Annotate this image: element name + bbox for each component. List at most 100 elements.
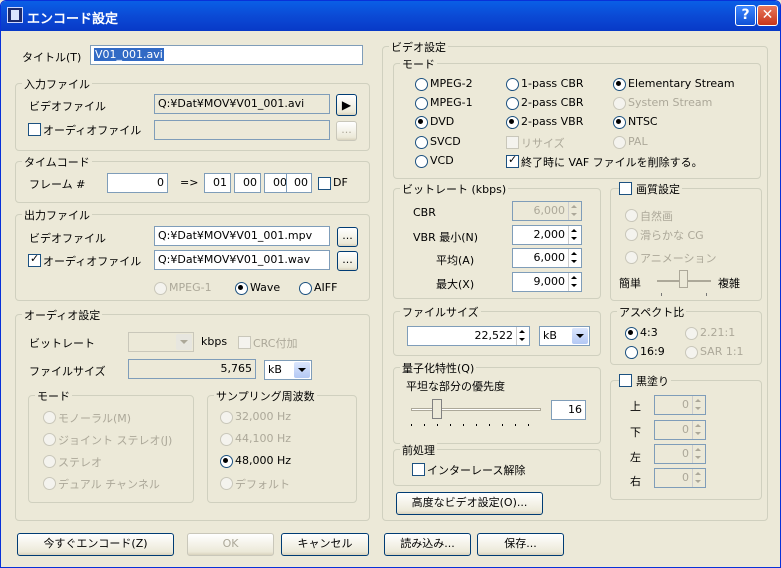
input-audio-browse-button[interactable]: ... (336, 121, 357, 141)
quant-slider-track[interactable] (411, 408, 541, 411)
mode-dual-channel-radio[interactable]: デュアル チャンネル (43, 476, 160, 492)
quality-animation-radio[interactable]: アニメーション (625, 250, 717, 266)
help-button[interactable]: ? (735, 5, 756, 26)
ok-button[interactable]: OK (187, 533, 274, 556)
blackout-bottom-input[interactable]: 0 (654, 420, 706, 440)
play-button[interactable]: ▶ (336, 94, 357, 116)
resize-checkbox[interactable]: リサイズ (506, 135, 565, 151)
format-vcd-radio[interactable]: VCD (415, 154, 454, 168)
advanced-video-settings-button[interactable]: 高度なビデオ設定(O)... (396, 492, 543, 515)
video-format-mpeg1-radio[interactable]: MPEG-1 (415, 96, 473, 110)
title-bar[interactable]: エンコード設定 ? ✕ (1, 1, 780, 31)
preprocess-group: 前処理 インターレース解除 (393, 442, 601, 486)
blackout-right-spinner[interactable] (692, 469, 704, 487)
vbr-min-input[interactable]: 2,000 (512, 225, 582, 245)
avg-label: 平均(A) (436, 254, 475, 267)
cancel-button[interactable]: キャンセル (281, 533, 369, 556)
vbr-min-spinner[interactable] (568, 226, 580, 244)
mode-stereo-radio[interactable]: ステレオ (43, 454, 102, 470)
video-filesize-input[interactable]: 22,522 (407, 326, 530, 346)
format-mpeg1-radio[interactable]: MPEG-1 (154, 281, 212, 295)
quality-slider-thumb[interactable] (679, 270, 688, 288)
blackout-right-label: 右 (630, 475, 641, 488)
pass-1-cbr-radio[interactable]: 1-pass CBR (506, 77, 584, 91)
video-filesize-unit: kB (543, 329, 557, 342)
mode-joint-stereo-radio[interactable]: ジョイント ステレオ(J) (43, 432, 172, 448)
blackout-top-spinner[interactable] (692, 396, 704, 414)
video-filesize-unit-dropdown[interactable]: kB (539, 326, 590, 346)
blackout-left-spinner[interactable] (692, 445, 704, 463)
input-files-legend: 入力ファイル (22, 76, 92, 92)
title-input[interactable]: V01_001.avi (90, 45, 363, 65)
quality-smooth-cg-radio[interactable]: 滑らかな CG (625, 227, 704, 243)
format-aiff-radio[interactable]: AIFF (299, 281, 337, 295)
aspect-4-3-radio[interactable]: 4:3 (625, 326, 658, 340)
format-dvd-radio[interactable]: DVD (415, 115, 454, 129)
df-checkbox[interactable]: DF (318, 176, 348, 190)
elementary-stream-radio[interactable]: Elementary Stream (613, 77, 735, 91)
format-mpeg2-radio[interactable]: MPEG-2 (415, 77, 473, 91)
encode-now-button[interactable]: 今すぐエンコード(Z) (17, 533, 174, 556)
quality-simple-label: 簡単 (619, 277, 641, 290)
avg-input[interactable]: 6,000 (512, 248, 582, 268)
output-audio-browse-button[interactable]: ... (337, 251, 358, 271)
video-filesize-group: ファイルサイズ 22,522 kB (393, 304, 601, 356)
output-audio-path[interactable]: Q:¥Dat¥MOV¥V01_001.wav (154, 250, 330, 270)
crc-checkbox[interactable]: CRC付加 (238, 335, 297, 351)
audio-bitrate-dropdown[interactable] (128, 332, 194, 352)
audio-filesize-unit-dropdown[interactable]: kB (264, 360, 312, 380)
aspect-2-21-radio[interactable]: 2.21:1 (685, 326, 735, 340)
delete-vaf-checkbox[interactable]: 終了時に VAF ファイルを削除する。 (506, 153, 703, 170)
mode-mono-radio[interactable]: モノーラル(M) (43, 410, 131, 426)
audio-bitrate-label: ビットレート (29, 337, 95, 350)
pass-2-cbr-radio[interactable]: 2-pass CBR (506, 96, 584, 110)
close-button[interactable]: ✕ (757, 5, 778, 26)
max-value: 9,000 (533, 275, 566, 288)
frame-label: フレーム # (29, 178, 86, 191)
output-video-browse-button[interactable]: ... (337, 227, 358, 247)
blackout-left-input[interactable]: 0 (654, 444, 706, 464)
pass-2-vbr-radio[interactable]: 2-pass VBR (506, 115, 583, 129)
save-button[interactable]: 保存... (477, 533, 564, 556)
timecode-minutes[interactable]: 00 (234, 173, 261, 193)
quality-natural-radio[interactable]: 自然画 (625, 208, 673, 224)
quant-priority-label: 平坦な部分の優先度 (406, 380, 505, 393)
output-audio-checkbox[interactable]: オーディオファイル (28, 252, 141, 269)
aspect-16-9-radio[interactable]: 16:9 (625, 345, 665, 359)
format-svcd-radio[interactable]: SVCD (415, 135, 461, 149)
blackout-top-input[interactable]: 0 (654, 395, 706, 415)
frame-input[interactable]: 0 (107, 173, 168, 193)
blackout-checkbox[interactable]: 黒塗り (619, 373, 671, 389)
max-spinner[interactable] (568, 273, 580, 291)
quality-checkbox[interactable]: 画質設定 (619, 181, 682, 197)
quant-value-input[interactable]: 16 (551, 400, 586, 420)
blackout-left-label: 左 (630, 451, 641, 464)
sampling-default-radio[interactable]: デフォルト (220, 476, 290, 492)
sampling-44100-radio[interactable]: 44,100 Hz (220, 432, 291, 446)
timecode-frames[interactable]: 00 (286, 173, 312, 193)
timecode-hours[interactable]: 01 (204, 173, 231, 193)
blackout-top-label: 上 (630, 400, 641, 413)
ntsc-radio[interactable]: NTSC (613, 115, 658, 129)
blackout-bottom-spinner[interactable] (692, 421, 704, 439)
quality-group: 画質設定 自然画 滑らかな CG アニメーション 簡単 複雑 (610, 181, 762, 301)
sampling-48000-radio[interactable]: 48,000 Hz (220, 454, 291, 468)
aspect-sar-radio[interactable]: SAR 1:1 (685, 345, 744, 359)
cbr-input[interactable]: 6,000 (512, 201, 582, 221)
video-filesize-spinner[interactable] (516, 327, 528, 345)
output-video-path[interactable]: Q:¥Dat¥MOV¥V01_001.mpv (154, 226, 330, 246)
quant-slider-thumb[interactable] (432, 399, 442, 419)
load-button[interactable]: 読み込み... (384, 533, 471, 556)
audio-settings-legend: オーディオ設定 (22, 307, 103, 323)
blackout-right-input[interactable]: 0 (654, 468, 706, 488)
sampling-32000-radio[interactable]: 32,000 Hz (220, 410, 291, 424)
deinterlace-checkbox[interactable]: インターレース解除 (412, 462, 525, 478)
pal-radio[interactable]: PAL (613, 135, 648, 149)
system-stream-radio[interactable]: System Stream (613, 96, 712, 110)
cbr-spinner[interactable] (568, 202, 580, 220)
max-label: 最大(X) (436, 278, 475, 291)
input-audio-checkbox[interactable]: オーディオファイル (28, 122, 141, 138)
avg-spinner[interactable] (568, 249, 580, 267)
format-wave-radio[interactable]: Wave (235, 281, 280, 295)
max-input[interactable]: 9,000 (512, 272, 582, 292)
